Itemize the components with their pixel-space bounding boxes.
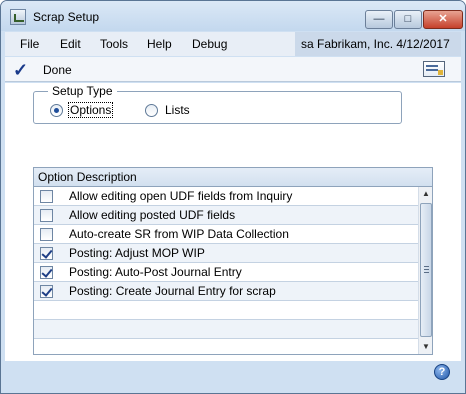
- options-grid: Option Description Allow editing open UD…: [33, 167, 433, 355]
- row-label: Allow editing posted UDF fields: [69, 208, 236, 222]
- scrap-setup-window: Scrap Setup — □ ✕ File Edit Tools Help D…: [0, 0, 466, 394]
- row-label: Posting: Auto-Post Journal Entry: [69, 265, 242, 279]
- row-label: Posting: Adjust MOP WIP: [69, 246, 205, 260]
- row-checkbox[interactable]: [40, 209, 53, 222]
- table-row[interactable]: Posting: Adjust MOP WIP: [34, 244, 418, 263]
- table-row[interactable]: Auto-create SR from WIP Data Collection: [34, 225, 418, 244]
- help-icon[interactable]: ?: [434, 364, 450, 380]
- menu-edit[interactable]: Edit: [60, 37, 81, 51]
- row-checkbox[interactable]: [40, 190, 53, 203]
- menu-help[interactable]: Help: [147, 37, 172, 51]
- note-icon[interactable]: [423, 61, 445, 77]
- row-label: Allow editing open UDF fields from Inqui…: [69, 189, 293, 203]
- row-checkbox[interactable]: [40, 228, 53, 241]
- menu-debug[interactable]: Debug: [192, 37, 227, 51]
- minimize-button[interactable]: —: [365, 10, 393, 29]
- lists-radio-label[interactable]: Lists: [165, 103, 190, 117]
- window-title: Scrap Setup: [33, 10, 100, 24]
- table-row[interactable]: Posting: Create Journal Entry for scrap: [34, 282, 418, 301]
- options-radio-label[interactable]: Options: [68, 102, 114, 118]
- done-button[interactable]: Done: [43, 63, 72, 77]
- row-label: Posting: Create Journal Entry for scrap: [69, 284, 276, 298]
- table-row[interactable]: Allow editing open UDF fields from Inqui…: [34, 187, 418, 206]
- options-radio[interactable]: [50, 104, 63, 117]
- scroll-thumb[interactable]: [420, 203, 432, 337]
- scroll-down-icon[interactable]: ▼: [419, 340, 433, 354]
- company-info: sa Fabrikam, Inc. 4/12/2017: [295, 32, 461, 56]
- row-checkbox[interactable]: [40, 285, 53, 298]
- setup-type-legend: Setup Type: [48, 84, 117, 98]
- table-row-empty[interactable]: [34, 320, 418, 339]
- done-check-icon[interactable]: ✓: [13, 60, 28, 81]
- app-icon: [10, 9, 26, 25]
- grid-header: Option Description: [34, 168, 432, 187]
- row-checkbox[interactable]: [40, 266, 53, 279]
- close-button[interactable]: ✕: [423, 10, 463, 29]
- toolbar: ✓ Done: [5, 57, 461, 82]
- grid-scrollbar[interactable]: ▲ ▼: [418, 187, 432, 354]
- row-label: Auto-create SR from WIP Data Collection: [69, 227, 289, 241]
- maximize-button[interactable]: □: [394, 10, 422, 29]
- table-row[interactable]: Posting: Auto-Post Journal Entry: [34, 263, 418, 282]
- title-bar[interactable]: Scrap Setup — □ ✕: [1, 1, 465, 31]
- table-row[interactable]: Allow editing posted UDF fields: [34, 206, 418, 225]
- row-checkbox[interactable]: [40, 247, 53, 260]
- menu-tools[interactable]: Tools: [100, 37, 128, 51]
- scroll-up-icon[interactable]: ▲: [419, 187, 433, 201]
- grid-rows: Allow editing open UDF fields from Inqui…: [34, 187, 418, 339]
- setup-type-group: Setup Type Options Lists: [33, 84, 402, 124]
- table-row-empty[interactable]: [34, 301, 418, 320]
- menu-file[interactable]: File: [20, 37, 39, 51]
- main-content: Setup Type Options Lists Option Descript…: [5, 83, 461, 361]
- lists-radio[interactable]: [145, 104, 158, 117]
